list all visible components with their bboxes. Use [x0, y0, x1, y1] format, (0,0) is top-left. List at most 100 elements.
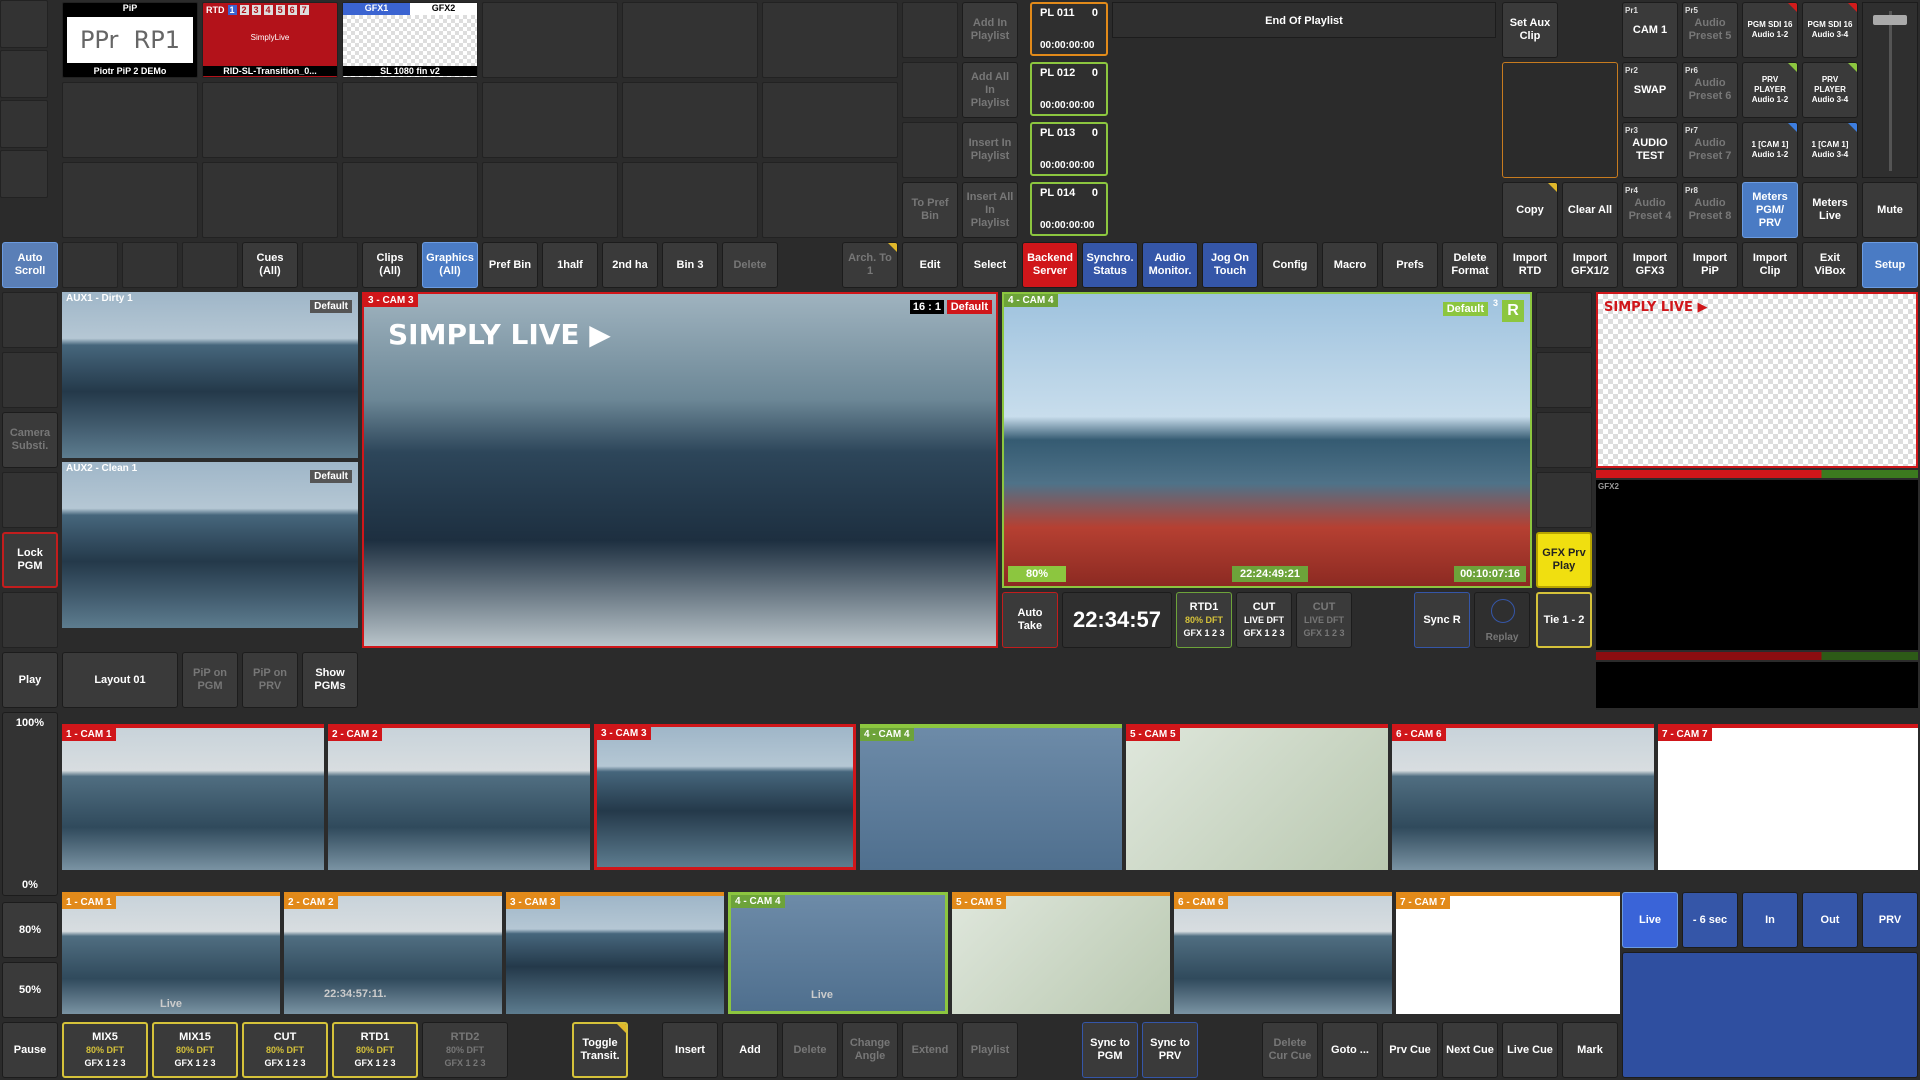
pgm-monitor[interactable]: 3 - CAM 3 SIMPLY LIVE ▶ 16 : 1 Default: [362, 292, 998, 648]
cam-replay-tile[interactable]: 4 - CAM 4 Live: [728, 892, 948, 1014]
import-rtd-button[interactable]: Import RTD: [1502, 242, 1558, 288]
select-button[interactable]: Select: [962, 242, 1018, 288]
bin-empty[interactable]: [62, 162, 198, 238]
right-empty[interactable]: [1536, 292, 1592, 348]
left-empty[interactable]: [2, 292, 58, 348]
playlist-empty-slot[interactable]: [902, 62, 958, 118]
import-gfx3-button[interactable]: Import GFX3: [1622, 242, 1678, 288]
bin-empty[interactable]: [482, 2, 618, 78]
bin-empty[interactable]: [202, 162, 338, 238]
exit-vibox-button[interactable]: Exit ViBox: [1802, 242, 1858, 288]
cam-replay-tile[interactable]: 7 - CAM 7: [1396, 892, 1620, 1014]
insert-in-playlist-button[interactable]: Insert In Playlist: [962, 122, 1018, 178]
bin-tile-rtd[interactable]: RTD 1 2 3 4 5 6 7 SimplyLive RID-SL-Tran…: [202, 2, 338, 78]
sync-to-prv-button[interactable]: Sync to PRV: [1142, 1022, 1198, 1078]
delete-button[interactable]: Delete: [782, 1022, 838, 1078]
extend-button[interactable]: Extend: [902, 1022, 958, 1078]
bin-empty[interactable]: [762, 2, 898, 78]
auto-take-button[interactable]: Auto Take: [1002, 592, 1058, 648]
playlist-item[interactable]: PL 013 0 00:00:00:00: [1030, 122, 1108, 176]
clips-all-button[interactable]: Clips (All): [362, 242, 418, 288]
transition-cut-button[interactable]: CUT 80% DFT GFX 1 2 3: [242, 1022, 328, 1078]
audio-route-button[interactable]: PGM SDI 16 Audio 3-4: [1802, 2, 1858, 58]
left-empty[interactable]: [2, 472, 58, 528]
cam-replay-tile[interactable]: 5 - CAM 5: [952, 892, 1170, 1014]
bin-empty[interactable]: [0, 150, 48, 198]
replay-button[interactable]: Replay: [1474, 592, 1530, 648]
pip-on-pgm-button[interactable]: PiP on PGM: [182, 652, 238, 708]
cam-live-tile[interactable]: 7 - CAM 7: [1658, 724, 1918, 870]
preset-button[interactable]: Pr1 CAM 1: [1622, 2, 1678, 58]
sync-to-pgm-button[interactable]: Sync to PGM: [1082, 1022, 1138, 1078]
pause-button[interactable]: Pause: [2, 1022, 58, 1078]
bin-empty[interactable]: [62, 82, 198, 158]
to-pref-bin-button[interactable]: To Pref Bin: [902, 182, 958, 238]
graphics-all-button[interactable]: Graphics (All): [422, 242, 478, 288]
playlist-empty-slot[interactable]: [902, 2, 958, 58]
goto-button[interactable]: Goto ...: [1322, 1022, 1378, 1078]
bin-empty[interactable]: [202, 82, 338, 158]
tie-button[interactable]: Tie 1 - 2: [1536, 592, 1592, 648]
preset-button[interactable]: Pr4 Audio Preset 4: [1622, 182, 1678, 238]
gfx-prv-play-button[interactable]: GFX Prv Play: [1536, 532, 1592, 588]
sync-r-button[interactable]: Sync R: [1414, 592, 1470, 648]
cam-live-tile[interactable]: 6 - CAM 6: [1392, 724, 1654, 870]
aux2-monitor[interactable]: AUX2 - Clean 1 Default: [62, 462, 358, 628]
toolbar-empty[interactable]: [122, 242, 178, 288]
transition-mix15-button[interactable]: MIX15 80% DFT GFX 1 2 3: [152, 1022, 238, 1078]
change-angle-button[interactable]: Change Angle: [842, 1022, 898, 1078]
playlist-button[interactable]: Playlist: [962, 1022, 1018, 1078]
show-pgms-button[interactable]: Show PGMs: [302, 652, 358, 708]
insert-button[interactable]: Insert: [662, 1022, 718, 1078]
set-aux-clip-button[interactable]: Set Aux Clip: [1502, 2, 1558, 58]
playlist-item[interactable]: PL 012 0 00:00:00:00: [1030, 62, 1108, 116]
synchro-status-button[interactable]: Synchro. Status: [1082, 242, 1138, 288]
pip-on-prv-button[interactable]: PiP on PRV: [242, 652, 298, 708]
transition-mix5-button[interactable]: MIX5 80% DFT GFX 1 2 3: [62, 1022, 148, 1078]
playlist-empty-slot[interactable]: [902, 122, 958, 178]
left-empty[interactable]: [2, 592, 58, 648]
clear-all-button[interactable]: Clear All: [1562, 182, 1618, 238]
preset-button[interactable]: Pr7 Audio Preset 7: [1682, 122, 1738, 178]
bin-empty[interactable]: [762, 162, 898, 238]
layout-01-button[interactable]: Layout 01: [62, 652, 178, 708]
speed-80-button[interactable]: 80%: [2, 902, 58, 958]
cam-replay-tile[interactable]: 6 - CAM 6: [1174, 892, 1392, 1014]
cam-live-tile[interactable]: 2 - CAM 2: [328, 724, 590, 870]
right-empty[interactable]: [1536, 472, 1592, 528]
bin-empty[interactable]: [0, 50, 48, 98]
lock-pgm-button[interactable]: Lock PGM: [2, 532, 58, 588]
bin-empty[interactable]: [482, 82, 618, 158]
delete-bin-button[interactable]: Delete: [722, 242, 778, 288]
minus-6-sec-button[interactable]: - 6 sec: [1682, 892, 1738, 948]
preset-button[interactable]: Pr8 Audio Preset 8: [1682, 182, 1738, 238]
import-clip-button[interactable]: Import Clip: [1742, 242, 1798, 288]
playlist-item[interactable]: PL 011 0 00:00:00:00: [1030, 2, 1108, 56]
audio-route-button[interactable]: PRV PLAYER Audio 1-2: [1742, 62, 1798, 118]
audio-route-button[interactable]: 1 [CAM 1] Audio 1-2: [1742, 122, 1798, 178]
bin-empty[interactable]: [762, 82, 898, 158]
cues-all-button[interactable]: Cues (All): [242, 242, 298, 288]
toolbar-empty[interactable]: [182, 242, 238, 288]
prv-cue-button[interactable]: Prv Cue: [1382, 1022, 1438, 1078]
bin-empty[interactable]: [622, 82, 758, 158]
backend-server-button[interactable]: Backend Server: [1022, 242, 1078, 288]
delete-cur-cue-button[interactable]: Delete Cur Cue: [1262, 1022, 1318, 1078]
bin-empty[interactable]: [0, 100, 48, 148]
right-empty[interactable]: [1536, 352, 1592, 408]
preset-button[interactable]: Pr2 SWAP: [1622, 62, 1678, 118]
left-empty[interactable]: [2, 352, 58, 408]
preset-button[interactable]: Pr6 Audio Preset 6: [1682, 62, 1738, 118]
bin-empty[interactable]: [622, 2, 758, 78]
bin-empty[interactable]: [0, 0, 48, 48]
transition-rtd2-button[interactable]: RTD2 80% DFT GFX 1 2 3: [422, 1022, 508, 1078]
camera-subst-button[interactable]: Camera Substi.: [2, 412, 58, 468]
gfx1-monitor[interactable]: SIMPLY LIVE ▶: [1596, 292, 1918, 468]
import-pip-button[interactable]: Import PiP: [1682, 242, 1738, 288]
fader-handle[interactable]: [1873, 15, 1907, 25]
import-gfx12-button[interactable]: Import GFX1/2: [1562, 242, 1618, 288]
mark-button[interactable]: Mark: [1562, 1022, 1618, 1078]
aux-clip-slot[interactable]: [1502, 62, 1618, 178]
prefs-button[interactable]: Prefs: [1382, 242, 1438, 288]
add-in-playlist-button[interactable]: Add In Playlist: [962, 2, 1018, 58]
